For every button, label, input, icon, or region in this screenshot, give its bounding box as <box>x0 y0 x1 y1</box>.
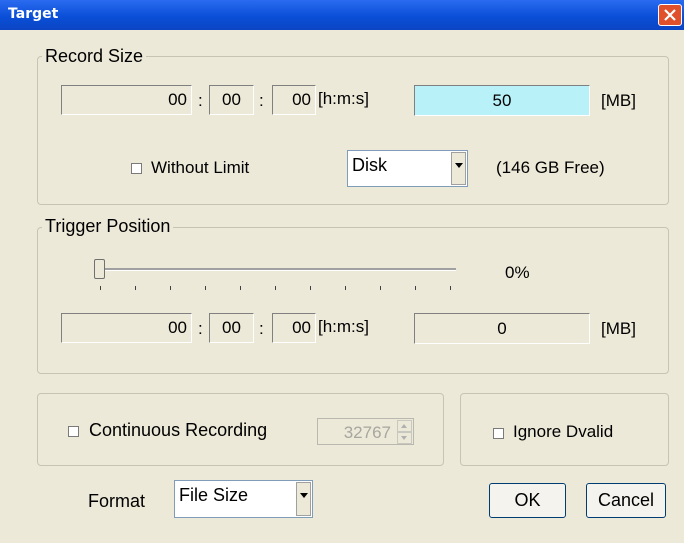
time-separator: : <box>198 319 203 338</box>
record-minutes-field: 00 <box>209 85 254 115</box>
format-value: File Size <box>179 485 249 505</box>
trigger-position-legend: Trigger Position <box>42 216 174 237</box>
slider-tick <box>135 286 136 290</box>
record-seconds-field: 00 <box>272 85 316 115</box>
slider-tick <box>310 286 311 290</box>
chevron-down-icon <box>300 493 308 498</box>
slider-tick <box>450 286 451 290</box>
slider-ticks <box>100 286 460 292</box>
record-time-unit: [h:m:s] <box>318 89 370 108</box>
close-button[interactable] <box>658 4 682 26</box>
trigger-minutes-field: 00 <box>209 313 254 343</box>
trigger-hours-field: 00 <box>61 313 192 343</box>
window-title: Target <box>8 6 59 22</box>
trigger-percent: 0% <box>505 263 530 282</box>
trigger-size-unit: [MB] <box>601 319 636 338</box>
record-size-input[interactable]: 50 <box>414 85 590 116</box>
trigger-size-field: 0 <box>414 313 590 344</box>
without-limit-label: Without Limit <box>151 158 250 177</box>
chevron-down-icon <box>455 163 463 168</box>
trigger-seconds-field: 00 <box>272 313 316 343</box>
destination-select[interactable]: Disk <box>347 150 468 187</box>
time-separator: : <box>259 319 264 338</box>
record-size-unit: [MB] <box>601 91 636 110</box>
chevron-up-icon <box>401 424 407 428</box>
slider-tick <box>240 286 241 290</box>
title-bar <box>0 0 684 30</box>
without-limit-checkbox[interactable] <box>131 163 142 174</box>
slider-tick <box>100 286 101 290</box>
record-hours-field: 00 <box>61 85 192 115</box>
spin-up-button[interactable] <box>397 420 412 432</box>
destination-value: Disk <box>352 155 387 175</box>
continuous-count-spinner[interactable]: 32767 <box>317 418 414 445</box>
slider-tick <box>205 286 206 290</box>
slider-tick <box>170 286 171 290</box>
time-separator: : <box>198 91 203 110</box>
format-label: Format <box>88 491 146 511</box>
slider-tick <box>415 286 416 290</box>
free-space-label: (146 GB Free) <box>496 158 605 177</box>
dropdown-button[interactable] <box>451 152 466 185</box>
spin-down-button[interactable] <box>397 432 412 444</box>
dropdown-button[interactable] <box>296 482 311 516</box>
cancel-button[interactable]: Cancel <box>586 483 666 518</box>
trigger-slider-track[interactable] <box>103 268 456 271</box>
continuous-recording-label: Continuous Recording <box>89 420 268 440</box>
ignore-dvalid-label: Ignore Dvalid <box>513 422 614 441</box>
trigger-time-unit: [h:m:s] <box>318 317 370 336</box>
trigger-position-group <box>37 227 669 374</box>
close-icon <box>664 9 676 21</box>
slider-tick <box>380 286 381 290</box>
continuous-recording-checkbox[interactable] <box>68 426 79 437</box>
trigger-slider-thumb[interactable] <box>94 259 105 279</box>
ignore-dvalid-checkbox[interactable] <box>493 428 504 439</box>
chevron-down-icon <box>401 436 407 440</box>
record-size-legend: Record Size <box>42 46 147 67</box>
ok-button[interactable]: OK <box>489 483 566 518</box>
time-separator: : <box>259 91 264 110</box>
continuous-count-value: 32767 <box>343 423 391 442</box>
slider-tick <box>345 286 346 290</box>
slider-tick <box>275 286 276 290</box>
format-select[interactable]: File Size <box>174 480 313 518</box>
